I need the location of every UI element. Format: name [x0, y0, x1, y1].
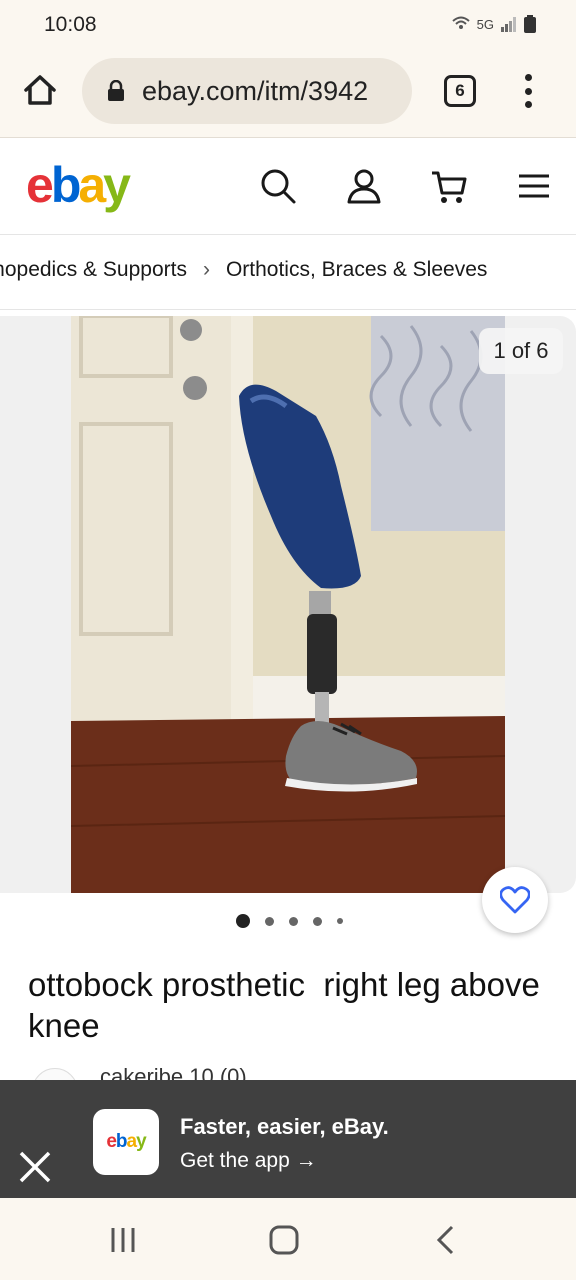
- ebay-logo[interactable]: ebay: [26, 155, 131, 215]
- carousel-dot[interactable]: [265, 916, 274, 926]
- account-icon[interactable]: [345, 167, 383, 205]
- carousel-dot[interactable]: [337, 918, 343, 924]
- site-header: ebay: [0, 139, 576, 235]
- signal-icon: [501, 17, 516, 32]
- carousel-dot[interactable]: [236, 914, 250, 928]
- wifi-icon: [451, 16, 470, 29]
- back-icon[interactable]: [428, 1222, 464, 1258]
- status-icons: 5G: [451, 14, 536, 34]
- address-bar[interactable]: ebay.com/itm/3942: [82, 58, 412, 124]
- breadcrumb: Orthopedics & Supports › Orthotics, Brac…: [0, 236, 576, 310]
- network-label: 5G: [476, 16, 494, 32]
- lock-icon: [108, 80, 124, 101]
- ebay-app-logo: ebay: [93, 1109, 159, 1175]
- breadcrumb-item-orthotics[interactable]: Orthotics, Braces & Sleeves: [226, 258, 487, 282]
- url-text: ebay.com/itm/3942: [142, 75, 369, 106]
- app-install-banner: ebay Faster, easier, eBay. Get the app →: [0, 1080, 576, 1198]
- status-time: 10:08: [44, 13, 97, 36]
- system-nav-bar: [0, 1198, 576, 1280]
- menu-icon[interactable]: [515, 167, 553, 205]
- heart-icon: [500, 886, 530, 914]
- browser-toolbar: ebay.com/itm/3942 6: [0, 50, 576, 138]
- search-icon[interactable]: [259, 167, 297, 205]
- image-gallery[interactable]: [0, 316, 576, 893]
- item-title: ottobock prosthetic right leg above knee: [28, 966, 549, 1044]
- breadcrumb-item-orthopedics[interactable]: Orthopedics & Supports: [0, 258, 187, 282]
- close-icon[interactable]: [18, 1150, 52, 1184]
- home-nav-icon[interactable]: [266, 1222, 302, 1258]
- status-bar: 10:08 5G: [0, 0, 576, 50]
- product-photo[interactable]: [71, 316, 505, 893]
- battery-icon: [524, 15, 536, 33]
- overflow-menu-icon[interactable]: [516, 74, 540, 108]
- banner-headline: Faster, easier, eBay.: [180, 1114, 389, 1139]
- carousel-dot[interactable]: [289, 916, 298, 926]
- image-counter: 1 of 6: [479, 328, 563, 374]
- cart-icon[interactable]: [430, 167, 468, 205]
- home-icon[interactable]: [20, 70, 60, 110]
- watchlist-button[interactable]: [482, 867, 548, 933]
- tab-switcher-button[interactable]: 6: [444, 75, 476, 107]
- recent-apps-icon[interactable]: [105, 1222, 141, 1258]
- chevron-right-icon: ›: [202, 258, 210, 281]
- carousel-dot[interactable]: [313, 916, 322, 926]
- get-app-link[interactable]: Get the app →: [180, 1149, 317, 1173]
- carousel-dots: [236, 914, 343, 928]
